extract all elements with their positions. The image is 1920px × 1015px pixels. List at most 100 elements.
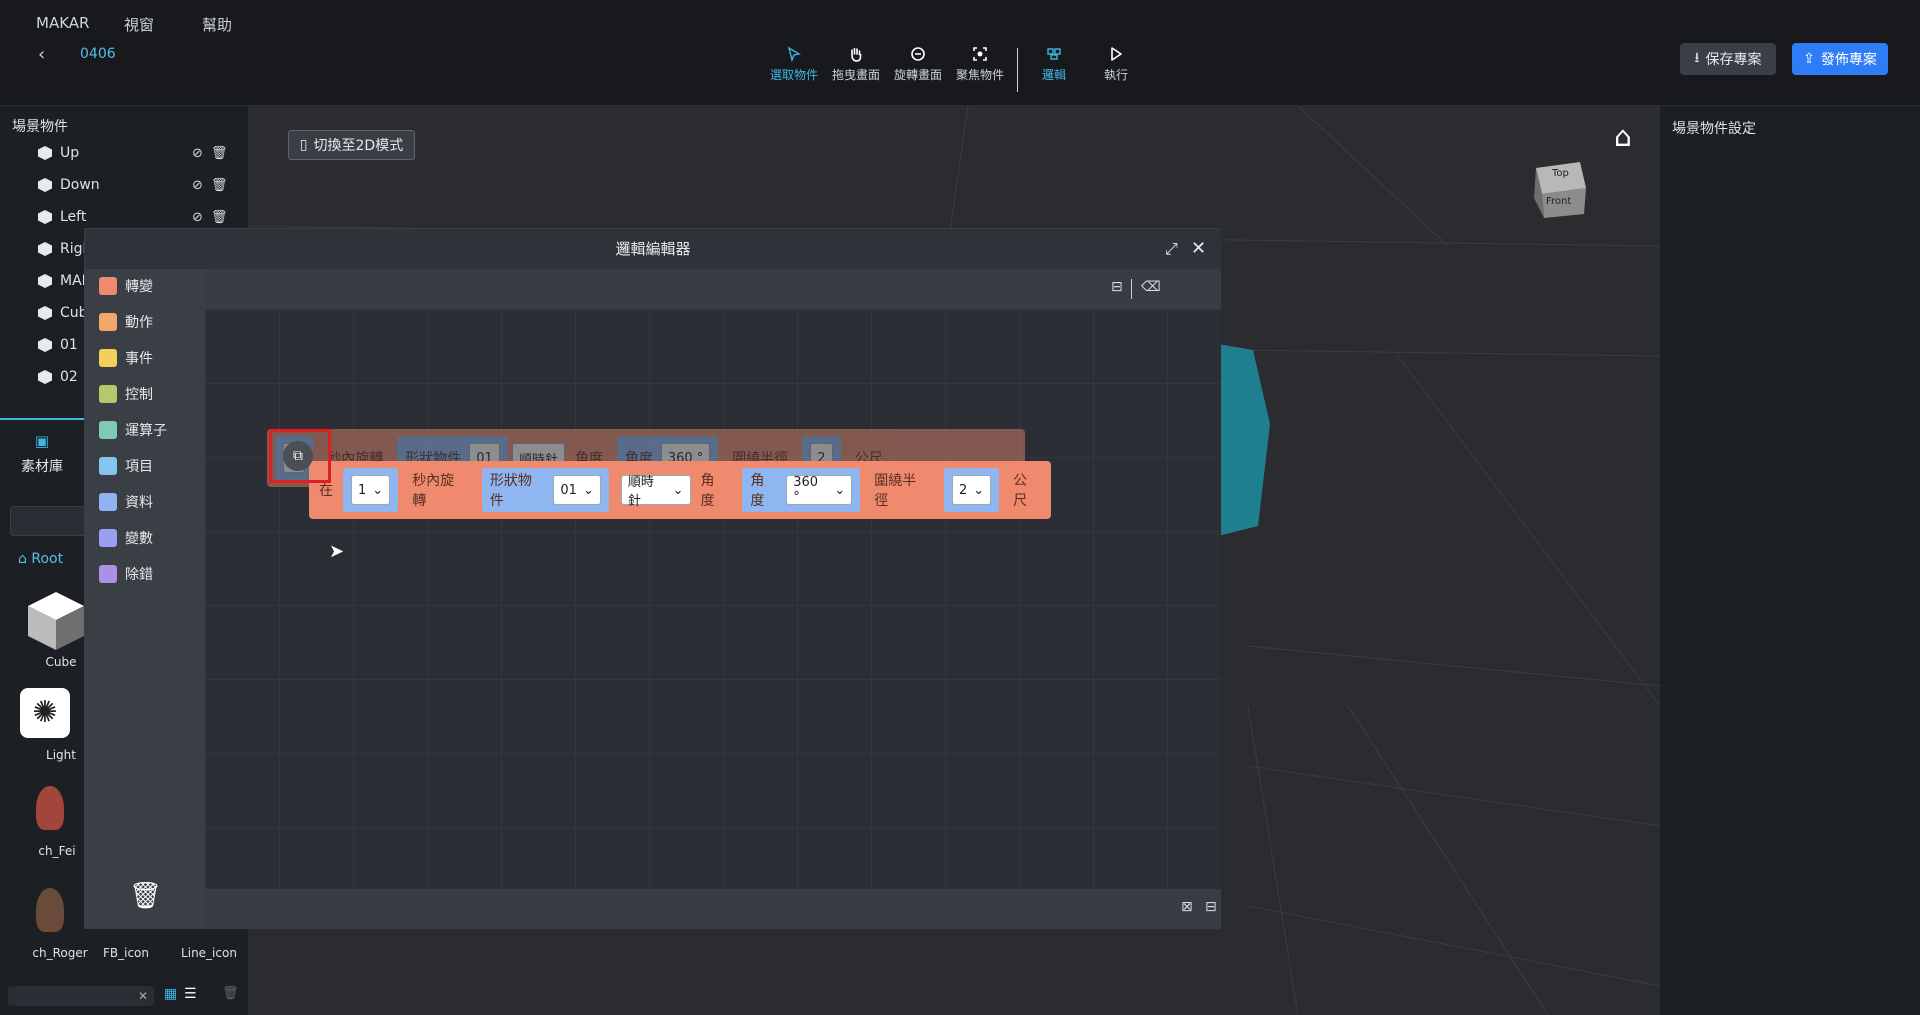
asset-label: Line_icon (181, 946, 237, 960)
tool-run[interactable]: 執行 (1086, 46, 1146, 83)
rotate-block[interactable]: 在 1 ⌄ 秒內旋轉 形狀物件 01 ⌄ 順時針 ⌄ 角度 角度 360 ° ⌄ 圍繞半徑 … (309, 461, 1051, 519)
list-view-icon[interactable]: ☰ (184, 986, 197, 1002)
asset-item[interactable]: ch_Fei (6, 786, 96, 858)
layout-icon[interactable]: ⊟ (1111, 279, 1123, 295)
trash-icon[interactable]: 🗑 (129, 881, 162, 911)
back-icon[interactable]: ‹ (38, 44, 45, 65)
menu-makar[interactable]: MAKAR (36, 14, 89, 32)
category-transform[interactable]: 轉變 (99, 275, 153, 297)
scene-object[interactable]: MAI (38, 270, 86, 292)
copy-icon[interactable]: ⧉ (283, 441, 313, 471)
angle-select[interactable]: 360 ° ⌄ (786, 475, 853, 505)
object-controls: ⊘ 🗑 (192, 178, 227, 193)
scene-object[interactable]: Cub (38, 302, 88, 324)
scene-object-label: 02 (60, 369, 78, 385)
tool-select-label: 選取物件 (769, 68, 818, 82)
category-control[interactable]: 控制 (99, 383, 153, 405)
trash-icon[interactable]: 🗑 (222, 986, 239, 1001)
trash-icon[interactable]: 🗑 (211, 210, 228, 225)
category-color (99, 529, 117, 547)
category-item[interactable]: 項目 (99, 455, 153, 477)
asset-item[interactable]: Cube (6, 588, 96, 669)
category-color (99, 277, 117, 295)
asset-library-tab[interactable]: ▣ 素材庫 (0, 418, 84, 504)
asset-item[interactable]: Line_icon (164, 946, 254, 960)
play-icon (1111, 47, 1122, 61)
menu-help[interactable]: 幫助 (202, 14, 232, 35)
scene-object[interactable]: Down (38, 174, 100, 196)
trash-icon[interactable]: 🗑 (211, 178, 228, 193)
category-color (99, 313, 117, 331)
category-variable[interactable]: 變數 (99, 527, 153, 549)
save-project-button[interactable]: ⭳ 保存專案 (1680, 43, 1776, 75)
tool-rotate[interactable]: 旋轉畫面 (888, 46, 948, 83)
block-prefix: 在 (319, 483, 333, 499)
tool-pan[interactable]: 拖曳畫面 (826, 46, 886, 83)
cube-icon (38, 306, 52, 320)
scene-object[interactable]: Rigl (38, 238, 86, 260)
scene-object[interactable]: 02 (38, 366, 78, 388)
category-operator[interactable]: 運算子 (99, 419, 167, 441)
eye-off-icon[interactable]: ⊘ (192, 146, 203, 161)
shape-select[interactable]: 01 ⌄ (553, 475, 601, 505)
tool-focus[interactable]: 聚焦物件 (950, 46, 1010, 83)
eye-off-icon[interactable]: ⊘ (192, 210, 203, 225)
trash-icon[interactable]: 🗑 (211, 146, 228, 161)
chevron-down-icon: ⌄ (582, 482, 594, 498)
tool-logic[interactable]: 邏輯 (1024, 46, 1084, 83)
home-icon[interactable]: ⌂ (1614, 120, 1632, 153)
close-icon[interactable]: ✕ (1191, 229, 1206, 269)
grid-view-icon[interactable]: ▦ (164, 986, 177, 1002)
direction-select[interactable]: 順時針 ⌄ (620, 475, 691, 509)
project-name: 0406 (80, 46, 116, 62)
scene-object[interactable]: Up (38, 142, 79, 164)
scene-object-label: 01 (60, 337, 78, 353)
image-icon: ▣ (34, 432, 50, 450)
asset-item[interactable]: ch_Roger (6, 888, 96, 960)
expand-icon[interactable]: ⤢ (1165, 229, 1178, 269)
switch-2d-label: 切換至2D模式 (313, 138, 404, 154)
clear-blocks-icon[interactable]: ⊠ (1181, 899, 1193, 915)
radius-select[interactable]: 2 ⌄ (951, 475, 992, 505)
object-settings-title: 場景物件設定 (1672, 121, 1756, 137)
cube-icon (38, 178, 52, 192)
block-category-palette: 轉變 動作 事件 控制 運算子 項目 資料 變數 除錯 🗑 (85, 269, 205, 929)
export-icon[interactable]: ⊟ (1205, 899, 1217, 915)
view-cube-front: Front (1546, 196, 1572, 207)
eye-off-icon[interactable]: ⊘ (192, 178, 203, 193)
category-event[interactable]: 事件 (99, 347, 153, 369)
object-controls: ⊘ 🗑 (192, 146, 227, 161)
category-label: 事件 (125, 351, 153, 367)
home-icon: ⌂ (18, 551, 32, 567)
category-data[interactable]: 資料 (99, 491, 153, 513)
scene-object[interactable]: 01 (38, 334, 78, 356)
tool-pan-label: 拖曳畫面 (831, 68, 880, 82)
menu-window[interactable]: 視窗 (124, 14, 154, 35)
toolbar-divider (1131, 279, 1132, 299)
clean-icon[interactable]: ⌫ (1141, 279, 1161, 295)
asset-search-input[interactable] (10, 506, 86, 536)
tool-select[interactable]: 選取物件 (764, 46, 824, 83)
publish-project-button[interactable]: ⇪ 發佈專案 (1792, 43, 1888, 75)
root-label: Root (31, 551, 64, 567)
view-cube[interactable]: Top Front (1530, 158, 1590, 220)
seconds-select[interactable]: 1 ⌄ (351, 475, 391, 505)
block-workspace[interactable] (205, 309, 1221, 889)
scene-objects-title: 場景物件 (12, 119, 68, 135)
tool-rotate-label: 旋轉畫面 (893, 68, 942, 82)
asset-item[interactable]: ✺ Light (6, 688, 96, 762)
clear-icon[interactable]: ✕ (138, 989, 148, 1003)
cube-icon (38, 338, 52, 352)
bottom-search-input[interactable]: ✕ (8, 986, 154, 1006)
root-breadcrumb[interactable]: ⌂ Root (18, 551, 63, 567)
category-label: 變數 (125, 531, 153, 547)
asset-item[interactable]: FB_icon (86, 946, 166, 960)
scene-object[interactable]: Left (38, 206, 86, 228)
category-color (99, 493, 117, 511)
switch-2d-button[interactable]: ▯ 切換至2D模式 (288, 130, 415, 160)
category-label: 動作 (125, 315, 153, 331)
chevron-down-icon: ⌄ (834, 482, 846, 498)
category-action[interactable]: 動作 (99, 311, 153, 333)
rotate-text: 秒內旋轉 (412, 473, 455, 509)
category-debug[interactable]: 除錯 (99, 563, 153, 585)
